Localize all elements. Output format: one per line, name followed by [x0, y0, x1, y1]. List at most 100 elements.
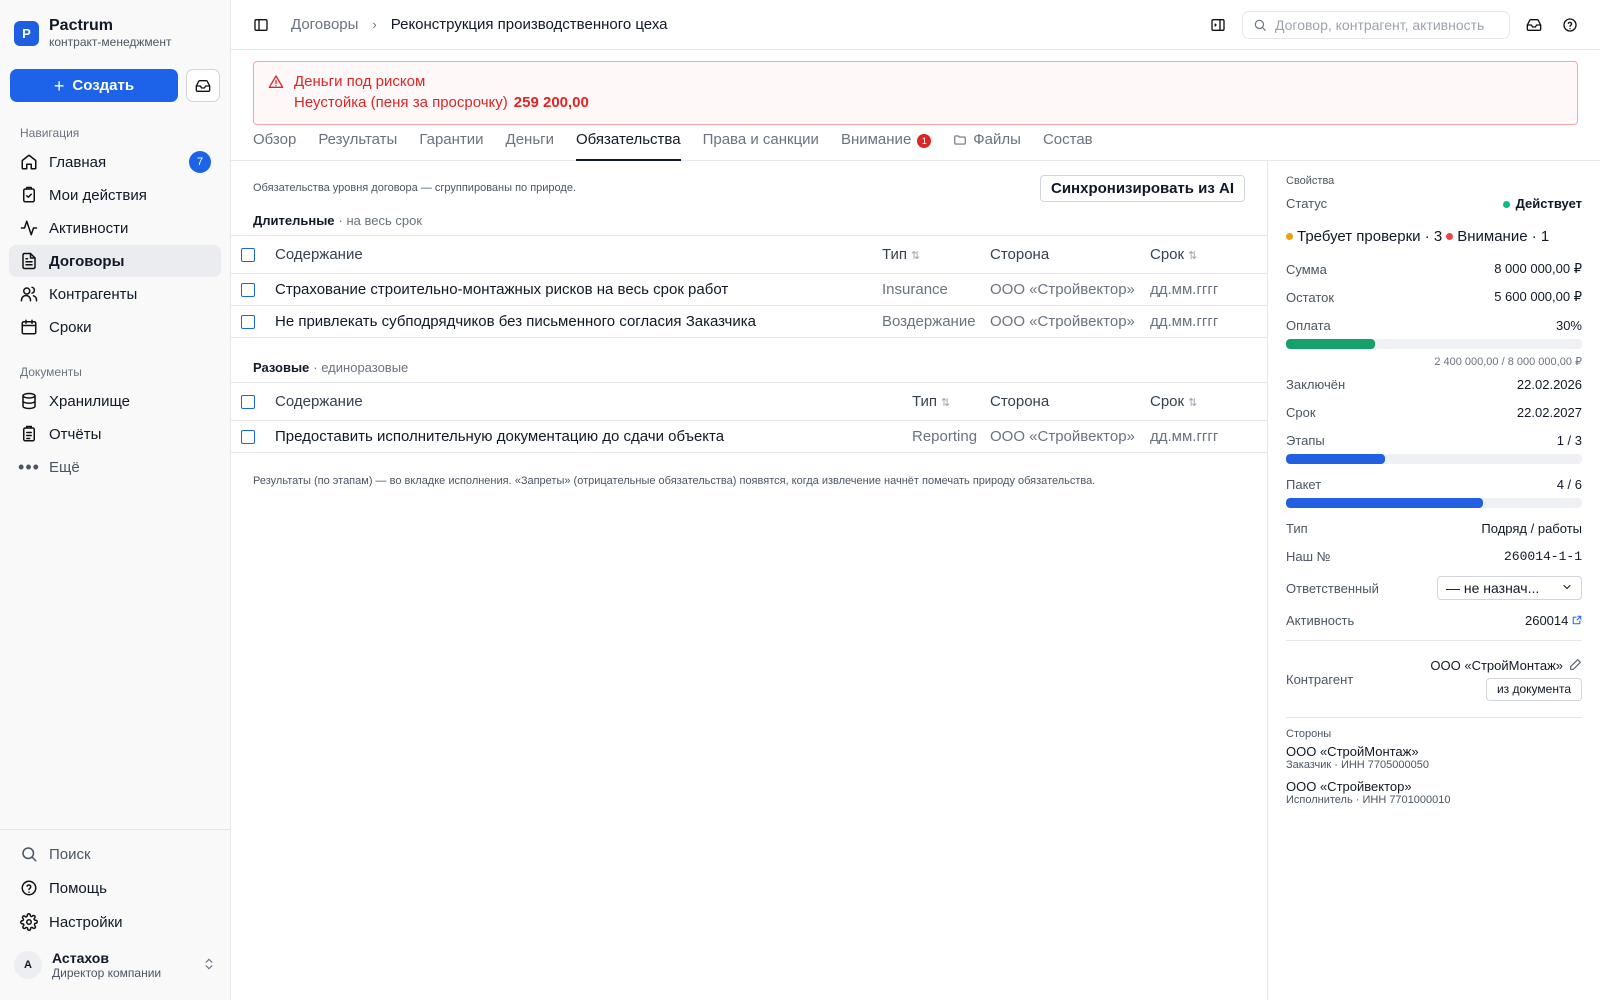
- cell-term: дд.мм.гггг: [1150, 273, 1267, 306]
- tab-money[interactable]: Деньги: [506, 125, 554, 160]
- tab-attention[interactable]: Внимание 1: [841, 125, 932, 160]
- sidebar-item-label: Активности: [49, 219, 129, 237]
- our-number-label: Наш №: [1286, 548, 1331, 564]
- cell-party: ООО «Стройвектор»: [990, 420, 1150, 453]
- sidebar-item-home[interactable]: Главная 7: [9, 146, 221, 178]
- sidebar-item-label: Помощь: [49, 879, 107, 897]
- activity-link[interactable]: 260014: [1525, 613, 1582, 628]
- document-icon: [19, 251, 39, 271]
- tab-rights[interactable]: Права и санкции: [703, 125, 819, 160]
- signed-label: Заключён: [1286, 376, 1346, 392]
- flag-attention[interactable]: Внимание · 1: [1457, 228, 1549, 245]
- flag-review[interactable]: Требует проверки · 3: [1297, 228, 1442, 245]
- table-row[interactable]: Не привлекать субподрядчиков без письмен…: [231, 305, 1267, 338]
- nav-section-label: Навигация: [20, 126, 80, 140]
- column-content: Содержание: [275, 382, 912, 421]
- sidebar-item-label: Настройки: [49, 913, 123, 931]
- sidebar-item-search[interactable]: Поиск: [9, 838, 221, 870]
- sidebar-item-more[interactable]: ••• Ещё: [9, 451, 221, 483]
- sidebar-item-label: Сроки: [49, 318, 92, 336]
- tab-results[interactable]: Результаты: [318, 125, 397, 160]
- activity-label: Активность: [1286, 612, 1355, 628]
- sidebar-item-counterparties[interactable]: Контрагенты: [9, 278, 221, 310]
- sidebar-item-help[interactable]: Помощь: [9, 872, 221, 904]
- app-window: P Pactrum контракт-менеджмент + Создать …: [0, 0, 1600, 1000]
- user-name: Астахов: [52, 950, 109, 966]
- users-icon: [19, 284, 39, 304]
- sidebar-item-contracts[interactable]: Договоры: [9, 245, 221, 277]
- row-checkbox[interactable]: [241, 315, 255, 330]
- search-icon: [1254, 19, 1266, 31]
- brand-name: Pactrum: [49, 17, 114, 34]
- database-icon: [19, 391, 39, 411]
- column-type[interactable]: Тип ⇅: [882, 235, 990, 274]
- responsible-select[interactable]: — не назнач...: [1437, 576, 1582, 600]
- flags-row: Требует проверки · 3 Внимание · 1: [1286, 217, 1582, 255]
- cell-content: Страхование строительно-монтажных рисков…: [275, 273, 882, 306]
- status-label: Статус: [1286, 195, 1328, 211]
- tab-label: Результаты: [318, 131, 398, 148]
- obligations-table-once: Содержание Тип ⇅ Сторона Срок ⇅ Предостави…: [231, 382, 1267, 453]
- sidebar-item-deadlines[interactable]: Сроки: [9, 311, 221, 343]
- inbox-button[interactable]: [186, 69, 220, 102]
- sidebar-item-reports[interactable]: Отчёты: [9, 418, 221, 450]
- help-icon: [19, 878, 39, 898]
- create-button[interactable]: + Создать: [10, 69, 178, 102]
- sidebar-toggle-icon[interactable]: [249, 13, 273, 37]
- global-search[interactable]: [1242, 10, 1510, 39]
- sidebar-item-settings[interactable]: Настройки: [9, 906, 221, 938]
- table-row[interactable]: Страхование строительно-монтажных рисков…: [231, 273, 1267, 306]
- plus-icon: +: [53, 75, 65, 96]
- status-value: Действует: [1515, 195, 1582, 211]
- select-all-checkbox[interactable]: [241, 248, 255, 263]
- sidebar-item-storage[interactable]: Хранилище: [9, 385, 221, 417]
- edit-icon[interactable]: [1569, 658, 1582, 674]
- review-dot: [1286, 232, 1293, 240]
- column-type[interactable]: Тип ⇅: [912, 382, 990, 421]
- tab-obligations[interactable]: Обязательства: [576, 125, 681, 161]
- term-value: 22.02.2027: [1516, 404, 1582, 420]
- column-term[interactable]: Срок ⇅: [1150, 382, 1267, 421]
- brand[interactable]: P Pactrum контракт-менеджмент: [0, 0, 230, 50]
- sync-ai-button[interactable]: Синхронизировать из AI: [1039, 174, 1245, 202]
- sum-value: 8 000 000,00 ₽: [1494, 261, 1582, 276]
- pay-value: 30%: [1555, 317, 1582, 333]
- topbar: Договоры › Реконструкция производственно…: [231, 0, 1600, 50]
- notification-badge: 7: [189, 151, 211, 173]
- pack-label: Пакет: [1286, 476, 1322, 492]
- signed-value: 22.02.2026: [1516, 376, 1582, 392]
- column-party: Сторона: [990, 235, 1150, 274]
- help-icon[interactable]: [1558, 13, 1582, 37]
- table-row[interactable]: Предоставить исполнительную документацию…: [231, 420, 1267, 453]
- tab-label: Гарантии: [419, 131, 484, 148]
- tab-files[interactable]: Файлы: [953, 125, 1021, 160]
- sidebar-item-my-actions[interactable]: Мои действия: [9, 179, 221, 211]
- column-term[interactable]: Срок ⇅: [1150, 235, 1267, 274]
- sidebar-item-activities[interactable]: Активности: [9, 212, 221, 244]
- risk-alert: Деньги под риском Неустойка (пеня за про…: [253, 61, 1578, 125]
- table-header-row: Содержание Тип ⇅ Сторона Срок ⇅: [231, 235, 1267, 274]
- table-header-row: Содержание Тип ⇅ Сторона Срок ⇅: [231, 382, 1267, 421]
- tab-overview[interactable]: Обзор: [253, 125, 296, 160]
- row-checkbox[interactable]: [241, 283, 255, 298]
- row-checkbox[interactable]: [241, 430, 255, 445]
- panel-toggle-icon[interactable]: [1206, 13, 1230, 37]
- sidebar-item-label: Мои действия: [49, 186, 147, 204]
- search-input[interactable]: [1275, 16, 1495, 33]
- breadcrumb-parent[interactable]: Договоры: [291, 16, 358, 33]
- tab-guarantees[interactable]: Гарантии: [419, 125, 483, 160]
- folder-icon: [953, 133, 967, 151]
- type-value: Подряд / работы: [1481, 520, 1582, 536]
- from-document-button[interactable]: из документа: [1485, 677, 1582, 701]
- sidebar-item-label: Поиск: [49, 845, 91, 863]
- cell-type: Reporting: [912, 420, 990, 453]
- select-all-checkbox[interactable]: [241, 395, 255, 410]
- tab-composition[interactable]: Состав: [1043, 125, 1093, 160]
- home-icon: [19, 152, 39, 172]
- chevron-down-icon: [1561, 580, 1573, 596]
- parties-label: Стороны: [1286, 728, 1332, 740]
- user-menu[interactable]: А Астахов Директор компании: [0, 950, 230, 980]
- inbox-icon[interactable]: [1522, 13, 1546, 37]
- cell-type: Воздержание: [882, 305, 990, 338]
- sidebar-item-label: Хранилище: [49, 392, 130, 410]
